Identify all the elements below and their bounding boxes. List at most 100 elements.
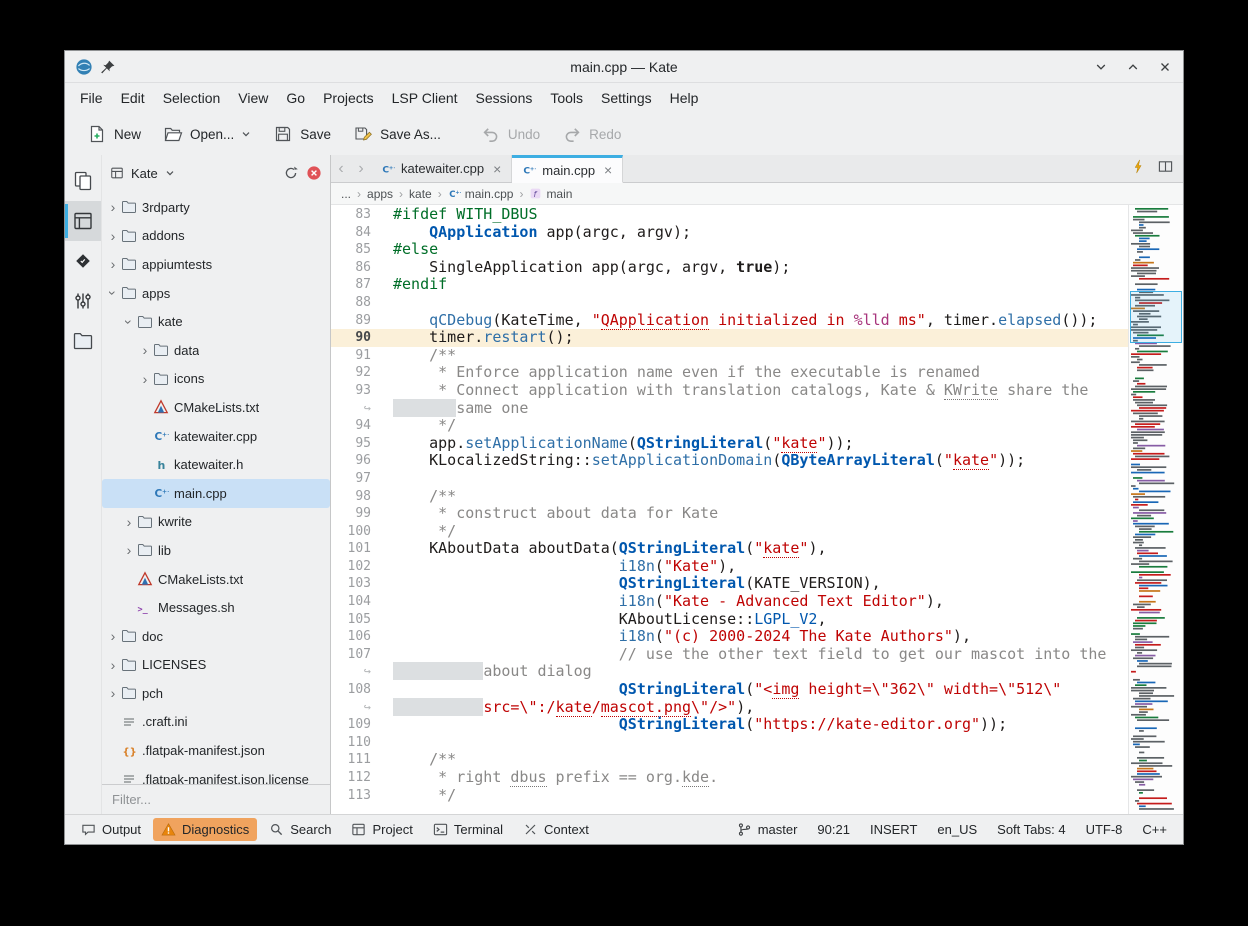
- line-number: 97: [331, 470, 379, 488]
- tree-item-appiumtests[interactable]: ›appiumtests: [102, 250, 330, 279]
- expand-arrow-icon[interactable]: ›: [122, 514, 136, 530]
- tree-item-cmakelists-txt[interactable]: CMakeLists.txt: [102, 393, 330, 422]
- code-view[interactable]: 83#ifdef WITH_DBUS84 QApplication app(ar…: [331, 205, 1128, 814]
- menu-view[interactable]: View: [229, 86, 277, 110]
- menu-tools[interactable]: Tools: [541, 86, 592, 110]
- menu-lsp-client[interactable]: LSP Client: [383, 86, 467, 110]
- redo-button[interactable]: Redo: [552, 118, 631, 150]
- statusbar-en-us[interactable]: en_US: [937, 822, 977, 837]
- breadcrumb-main-cpp[interactable]: C++main.cpp: [448, 187, 514, 201]
- tab-main-cpp[interactable]: C++main.cpp×: [512, 155, 623, 183]
- undo-button[interactable]: Undo: [471, 118, 550, 150]
- tool-sidebar-git[interactable]: [65, 281, 101, 321]
- tool-sidebar-projects[interactable]: [65, 201, 101, 241]
- code-text: */: [393, 417, 456, 435]
- breadcrumb-main[interactable]: fmain: [529, 187, 572, 201]
- collapse-arrow-icon[interactable]: ›: [105, 286, 121, 300]
- breadcrumb-kate[interactable]: kate: [409, 187, 432, 201]
- statusbar-diagnostics-button[interactable]: Diagnostics: [153, 818, 257, 841]
- expand-arrow-icon[interactable]: ›: [138, 342, 152, 358]
- new-button[interactable]: New: [77, 118, 151, 150]
- menu-settings[interactable]: Settings: [592, 86, 661, 110]
- statusbar-output-button[interactable]: Output: [73, 818, 149, 841]
- tree-item-kate[interactable]: ›kate: [102, 307, 330, 336]
- folder-icon: [121, 228, 137, 244]
- statusbar-terminal-button[interactable]: Terminal: [425, 818, 511, 841]
- collapse-arrow-icon[interactable]: ›: [121, 315, 137, 329]
- minimap-viewport[interactable]: [1130, 291, 1182, 343]
- tree-item-addons[interactable]: ›addons: [102, 222, 330, 251]
- maximize-button[interactable]: [1125, 59, 1141, 75]
- tree-item-apps[interactable]: ›apps: [102, 279, 330, 308]
- menu-edit[interactable]: Edit: [112, 86, 154, 110]
- close-button[interactable]: [1157, 59, 1173, 75]
- tree-item-flatpak-manifest-json-license[interactable]: .flatpak-manifest.json.license: [102, 765, 330, 784]
- tree-item-doc[interactable]: ›doc: [102, 622, 330, 651]
- filter-input[interactable]: [102, 792, 330, 807]
- statusbar-insert[interactable]: INSERT: [870, 822, 917, 837]
- tree-item-data[interactable]: ›data: [102, 336, 330, 365]
- expand-arrow-icon[interactable]: ›: [106, 199, 120, 215]
- fold-margin: [379, 347, 393, 365]
- tool-sidebar-symbols[interactable]: [65, 241, 101, 281]
- expand-arrow-icon[interactable]: ›: [106, 628, 120, 644]
- tree-item-licenses[interactable]: ›LICENSES: [102, 651, 330, 680]
- tree-item-katewaiter-cpp[interactable]: C++katewaiter.cpp: [102, 422, 330, 451]
- tree-item-label: .flatpak-manifest.json.license: [142, 772, 309, 784]
- expand-arrow-icon[interactable]: ›: [106, 657, 120, 673]
- tree-item-icons[interactable]: ›icons: [102, 365, 330, 394]
- tree-item-3rdparty[interactable]: ›3rdparty: [102, 193, 330, 222]
- menu-projects[interactable]: Projects: [314, 86, 383, 110]
- save-as-button[interactable]: Save As...: [343, 118, 451, 150]
- minimize-button[interactable]: [1093, 59, 1109, 75]
- menu-file[interactable]: File: [71, 86, 112, 110]
- menu-go[interactable]: Go: [277, 86, 314, 110]
- expand-arrow-icon[interactable]: ›: [106, 685, 120, 701]
- statusbar-c-[interactable]: C++: [1142, 822, 1167, 837]
- line-number: 107: [331, 646, 379, 664]
- menu-selection[interactable]: Selection: [154, 86, 230, 110]
- expand-arrow-icon[interactable]: ›: [106, 228, 120, 244]
- tree-item-katewaiter-h[interactable]: hkatewaiter.h: [102, 450, 330, 479]
- minimap[interactable]: [1128, 205, 1183, 814]
- expand-arrow-icon[interactable]: ›: [138, 371, 152, 387]
- project-selector[interactable]: Kate: [110, 166, 276, 181]
- statusbar-utf-8[interactable]: UTF-8: [1086, 822, 1123, 837]
- tree-item-cmakelists-txt[interactable]: CMakeLists.txt: [102, 565, 330, 594]
- tree-item-craft-ini[interactable]: .craft.ini: [102, 708, 330, 737]
- tree-item-main-cpp[interactable]: C++main.cpp: [102, 479, 330, 508]
- close-tab-icon[interactable]: ×: [493, 161, 501, 177]
- tree-item-pch[interactable]: ›pch: [102, 679, 330, 708]
- tree-item-lib[interactable]: ›lib: [102, 536, 330, 565]
- statusbar-context-button[interactable]: Context: [515, 818, 597, 841]
- tab-nav-back-icon[interactable]: ‹: [331, 155, 351, 182]
- split-view-button[interactable]: [1158, 159, 1173, 179]
- statusbar-soft-tabs-4[interactable]: Soft Tabs: 4: [997, 822, 1065, 837]
- open-button[interactable]: Open...: [153, 118, 261, 150]
- refresh-icon[interactable]: [283, 165, 299, 181]
- ini-icon: [121, 714, 137, 730]
- close-tab-icon[interactable]: ×: [604, 162, 612, 178]
- statusbar-master[interactable]: master: [737, 822, 798, 837]
- statusbar-search-button[interactable]: Search: [261, 818, 339, 841]
- menu-help[interactable]: Help: [661, 86, 708, 110]
- expand-arrow-icon[interactable]: ›: [122, 542, 136, 558]
- breadcrumb-apps[interactable]: apps: [367, 187, 393, 201]
- close-panel-icon[interactable]: [306, 165, 322, 181]
- tool-sidebar-filesystem[interactable]: [65, 321, 101, 361]
- tab-nav-forward-icon[interactable]: ›: [351, 155, 371, 182]
- breadcrumb-[interactable]: ...: [341, 187, 351, 201]
- tool-sidebar-documents[interactable]: [65, 161, 101, 201]
- statusbar-project-button[interactable]: Project: [343, 818, 420, 841]
- tree-item-messages-sh[interactable]: >_Messages.sh: [102, 593, 330, 622]
- tree-item-kwrite[interactable]: ›kwrite: [102, 508, 330, 537]
- cpp-icon: C++: [448, 187, 461, 200]
- menu-sessions[interactable]: Sessions: [467, 86, 542, 110]
- tree-item-flatpak-manifest-json[interactable]: {}.flatpak-manifest.json: [102, 736, 330, 765]
- expand-arrow-icon[interactable]: ›: [106, 256, 120, 272]
- quick-open-button[interactable]: [1131, 159, 1146, 179]
- tab-katewaiter-cpp[interactable]: C++katewaiter.cpp×: [371, 155, 512, 182]
- save-button[interactable]: Save: [263, 118, 341, 150]
- new-label: New: [114, 127, 141, 142]
- statusbar-90-21[interactable]: 90:21: [817, 822, 850, 837]
